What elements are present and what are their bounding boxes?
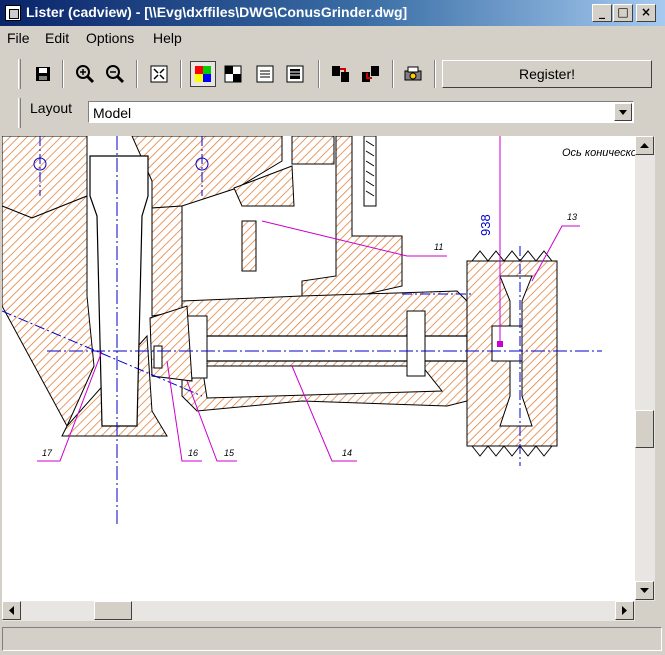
copy-icon <box>332 66 349 82</box>
cad-drawing: 938 11 13 14 15 16 17 Ось конического <box>2 136 635 526</box>
callout-label: 13 <box>567 212 577 222</box>
color-palette-icon <box>195 66 211 82</box>
chevron-down-icon[interactable] <box>614 103 632 121</box>
list-icon <box>286 65 304 83</box>
spring <box>363 136 377 207</box>
list-view-button[interactable] <box>282 61 308 87</box>
dimension-marker <box>497 341 503 347</box>
menu-edit[interactable]: Edit <box>45 30 69 46</box>
menu-options[interactable]: Options <box>86 30 134 46</box>
chevron-down-icon <box>640 588 649 593</box>
toolbar-separator <box>180 60 182 88</box>
color-mode-button[interactable] <box>190 61 216 87</box>
maximize-button[interactable]: □ <box>613 4 633 22</box>
toolbar: Register! <box>0 54 665 94</box>
paste-icon <box>362 66 379 82</box>
toolbar-separator <box>136 60 138 88</box>
toolbar-grip[interactable] <box>18 59 21 89</box>
text-view-button[interactable] <box>252 61 278 87</box>
black-white-button[interactable] <box>220 61 246 87</box>
print-button[interactable] <box>400 61 426 87</box>
text-lines-icon <box>256 65 274 83</box>
toolbar-separator <box>318 60 320 88</box>
horizontal-scroll-thumb[interactable] <box>94 601 132 620</box>
menu-bar: File Edit Options Help <box>0 26 665 50</box>
toolbar-separator <box>62 60 64 88</box>
toolbar-separator <box>392 60 394 88</box>
callout-label: 17 <box>42 448 53 458</box>
cone-body <box>2 195 95 428</box>
save-button[interactable] <box>30 61 56 87</box>
zoom-in-button[interactable] <box>72 61 98 87</box>
callout-label: 15 <box>224 448 235 458</box>
menu-help[interactable]: Help <box>153 30 182 46</box>
chevron-right-icon <box>622 606 627 615</box>
fit-view-icon <box>150 65 168 83</box>
cone-body <box>151 205 183 317</box>
copy-button[interactable] <box>328 61 354 87</box>
black-white-icon <box>224 65 242 83</box>
vertical-scroll-thumb[interactable] <box>635 410 654 448</box>
scroll-up-button[interactable] <box>635 136 654 155</box>
register-button[interactable]: Register! <box>442 60 652 88</box>
save-icon <box>36 67 50 81</box>
paste-button[interactable] <box>358 61 384 87</box>
scroll-down-button[interactable] <box>635 581 654 600</box>
layout-bar: Layout Model <box>0 96 665 130</box>
layout-grip[interactable] <box>18 98 21 128</box>
pulley-boss <box>491 325 523 362</box>
toolbar-separator <box>434 60 436 88</box>
bevel-gear <box>149 305 193 382</box>
drawing-canvas[interactable]: 938 11 13 14 15 16 17 Ось конического <box>2 136 635 601</box>
vertical-scrollbar[interactable] <box>635 136 655 601</box>
dimension-text: 938 <box>478 214 493 236</box>
window-title: Lister (cadview) - [\\Evg\dxffiles\DWG\C… <box>26 4 408 20</box>
bolt <box>241 220 257 272</box>
horizontal-scrollbar[interactable] <box>2 601 635 621</box>
zoom-out-button[interactable] <box>102 61 128 87</box>
title-bar: Lister (cadview) - [\\Evg\dxffiles\DWG\C… <box>0 0 665 26</box>
scrollbar-corner <box>635 601 655 621</box>
callout-label: 16 <box>188 448 198 458</box>
housing-part <box>291 136 335 165</box>
minimize-button[interactable]: _ <box>592 4 612 22</box>
printer-icon <box>404 66 422 81</box>
status-bar <box>2 627 662 651</box>
nut <box>153 345 163 369</box>
zoom-out-icon <box>106 65 125 84</box>
zoom-in-icon <box>76 65 95 84</box>
close-button[interactable]: × <box>636 4 656 22</box>
corner-annotation: Ось конического <box>562 147 635 159</box>
layout-select-value: Model <box>93 105 132 121</box>
layout-label: Layout <box>30 100 73 116</box>
bearing <box>406 310 426 377</box>
scroll-left-button[interactable] <box>2 601 21 620</box>
scroll-right-button[interactable] <box>615 601 634 620</box>
chevron-left-icon <box>9 606 14 615</box>
chevron-up-icon <box>640 143 649 148</box>
callout-label: 14 <box>342 448 352 458</box>
app-icon[interactable] <box>5 5 21 21</box>
fit-view-button[interactable] <box>146 61 172 87</box>
menu-file[interactable]: File <box>7 30 30 46</box>
layout-select[interactable]: Model <box>88 101 634 123</box>
callout-label: 11 <box>434 242 443 252</box>
